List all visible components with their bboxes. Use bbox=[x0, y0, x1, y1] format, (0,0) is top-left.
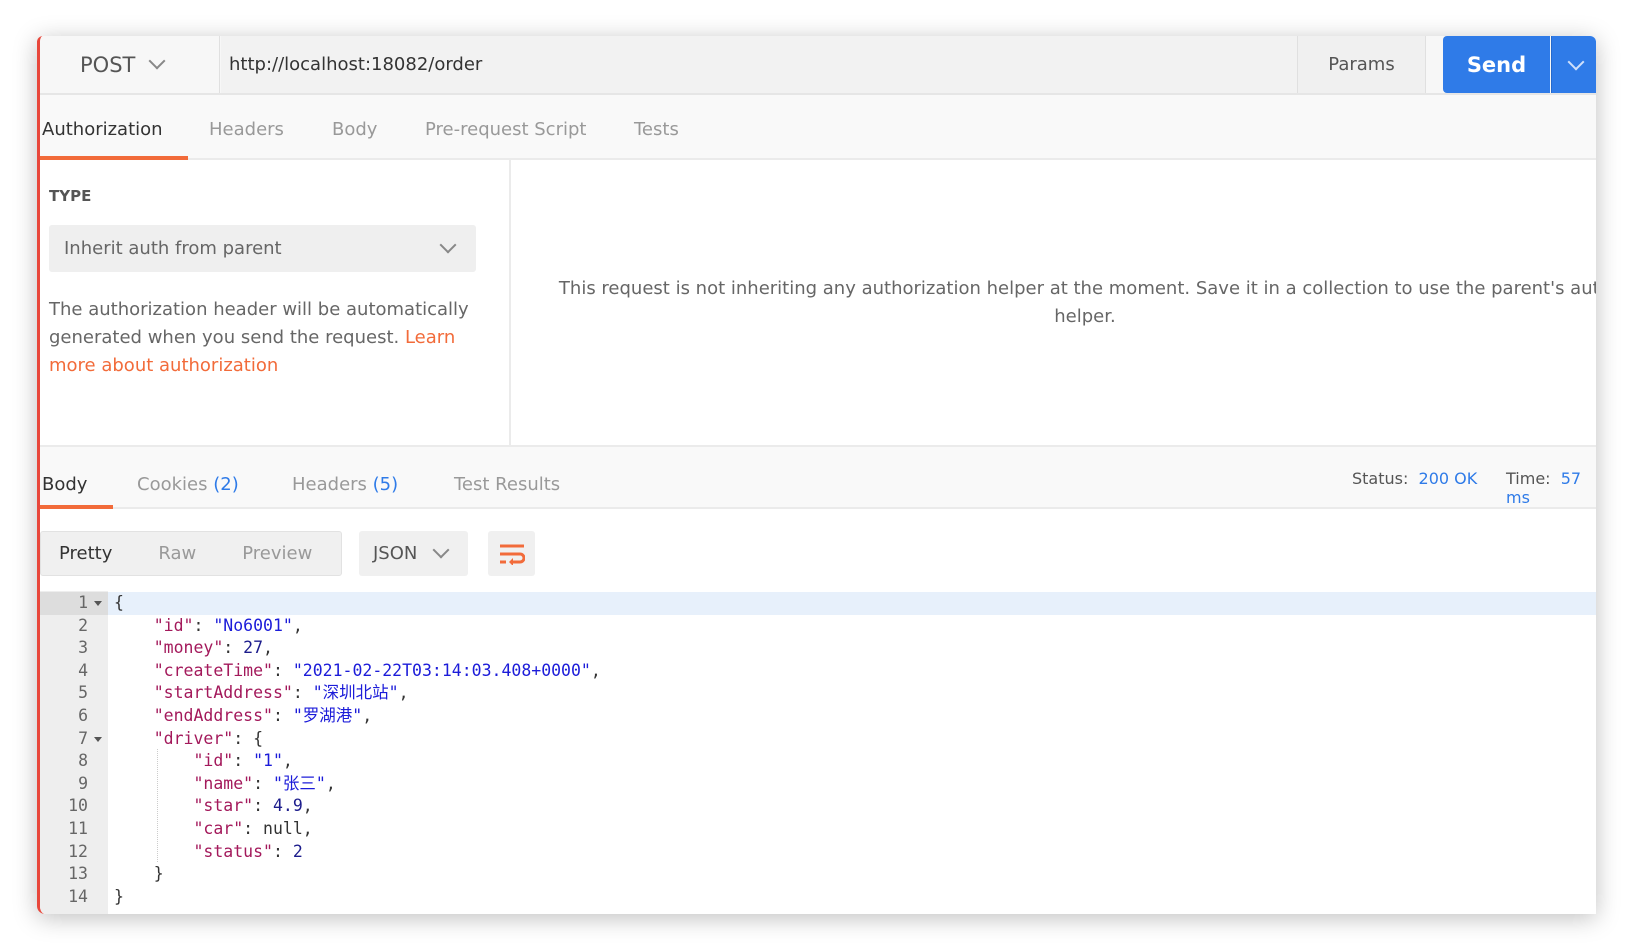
status-value: 200 OK bbox=[1418, 469, 1478, 488]
send-options-button[interactable] bbox=[1551, 36, 1596, 93]
code-line: 13 } bbox=[40, 863, 1596, 886]
view-mode-group: Pretty Raw Preview bbox=[40, 531, 342, 576]
chevron-down-icon bbox=[1567, 53, 1584, 70]
code-text: "car": null, bbox=[193, 819, 313, 838]
code-text: "id": "No6001", bbox=[153, 615, 303, 635]
line-number: 9 bbox=[78, 773, 88, 793]
code-text: "id": "1", bbox=[193, 751, 293, 771]
code-line: 12 "status": 2 bbox=[40, 841, 1596, 864]
code-text: "star": 4.9, bbox=[193, 796, 313, 816]
view-pretty-button[interactable]: Pretty bbox=[59, 543, 112, 564]
tab-authorization[interactable]: Authorization bbox=[42, 119, 163, 140]
code-line: 6 "endAddress": "罗湖港", bbox=[40, 705, 1596, 728]
request-bar: POST http://localhost:18082/order Params… bbox=[40, 36, 1596, 95]
tab-test-results[interactable]: Test Results bbox=[454, 474, 560, 495]
code-text: "startAddress": "深圳北站", bbox=[153, 683, 409, 703]
line-number: 14 bbox=[68, 886, 88, 906]
code-line: 14} bbox=[40, 886, 1596, 909]
cookies-count: (2) bbox=[213, 474, 239, 495]
params-button[interactable]: Params bbox=[1297, 36, 1426, 93]
status-readout: Status: 200 OK bbox=[1352, 469, 1477, 488]
code-line: 8 "id": "1", bbox=[40, 750, 1596, 773]
view-raw-button[interactable]: Raw bbox=[158, 543, 196, 564]
headers-count: (5) bbox=[372, 474, 399, 495]
line-number: 2 bbox=[78, 615, 88, 635]
auth-description: The authorization header will be automat… bbox=[49, 296, 479, 380]
line-number: 8 bbox=[78, 751, 88, 771]
code-text: "status": 2 bbox=[193, 841, 303, 861]
line-number: 5 bbox=[78, 683, 88, 703]
code-line: 7 "driver": { bbox=[40, 728, 1596, 751]
code-line: 1{ bbox=[40, 592, 1596, 615]
method-select[interactable]: POST bbox=[40, 36, 220, 93]
wrap-lines-icon bbox=[499, 544, 525, 565]
fold-arrow-icon[interactable] bbox=[94, 736, 102, 742]
request-tabs: Authorization Headers Body Pre-request S… bbox=[40, 95, 1596, 160]
chevron-down-icon bbox=[439, 236, 457, 254]
method-label: POST bbox=[80, 52, 136, 77]
code-line: 11 "car": null, bbox=[40, 818, 1596, 841]
url-input[interactable]: http://localhost:18082/order bbox=[221, 36, 1297, 93]
tab-tests[interactable]: Tests bbox=[634, 119, 679, 140]
tab-cookies[interactable]: Cookies (2) bbox=[137, 474, 239, 495]
line-number: 13 bbox=[68, 864, 88, 884]
code-text: "money": 27, bbox=[153, 638, 273, 658]
line-number: 11 bbox=[68, 819, 88, 838]
code-text: "name": "张三", bbox=[193, 773, 336, 793]
response-body-editor[interactable]: 1{2 "id": "No6001", 3 "money": 27, 4 "crea… bbox=[40, 591, 1596, 914]
auth-type-dropdown[interactable]: Inherit auth from parent bbox=[49, 225, 476, 272]
tab-body[interactable]: Body bbox=[332, 119, 377, 140]
wrap-lines-button[interactable] bbox=[488, 531, 535, 576]
postman-window: POST http://localhost:18082/order Params… bbox=[37, 36, 1596, 914]
code-line: 9 "name": "张三", bbox=[40, 773, 1596, 796]
code-line: 3 "money": 27, bbox=[40, 637, 1596, 660]
time-label: Time: bbox=[1506, 469, 1551, 488]
code-text: "driver": { bbox=[153, 728, 264, 748]
tab-headers-label: Headers bbox=[292, 474, 367, 495]
code-text: { bbox=[114, 593, 124, 612]
code-line: 5 "startAddress": "深圳北站", bbox=[40, 682, 1596, 705]
fold-arrow-icon[interactable] bbox=[94, 601, 102, 606]
type-label: TYPE bbox=[49, 187, 92, 205]
tab-headers[interactable]: Headers bbox=[209, 119, 284, 140]
response-tabs: Body Cookies (2) Headers (5) Test Result… bbox=[40, 445, 1596, 509]
view-preview-button[interactable]: Preview bbox=[242, 543, 312, 564]
auth-type-value: Inherit auth from parent bbox=[64, 238, 282, 259]
code-text: } bbox=[114, 864, 164, 884]
line-number: 12 bbox=[68, 841, 88, 861]
format-value: JSON bbox=[373, 543, 418, 564]
line-number: 3 bbox=[78, 638, 88, 658]
response-toolbar: Pretty Raw Preview JSON bbox=[40, 509, 1596, 591]
auth-message-line2: helper. bbox=[1054, 305, 1116, 327]
tab-pre-request-script[interactable]: Pre-request Script bbox=[425, 119, 586, 140]
code-text: "createTime": "2021-02-22T03:14:03.408+0… bbox=[153, 660, 601, 680]
chevron-down-icon bbox=[148, 52, 166, 69]
code-line: 2 "id": "No6001", bbox=[40, 615, 1596, 638]
tab-cookies-label: Cookies bbox=[137, 474, 208, 495]
auth-message: This request is not inheriting any autho… bbox=[511, 160, 1596, 445]
line-number: 10 bbox=[68, 796, 88, 816]
send-button[interactable]: Send bbox=[1443, 36, 1550, 93]
tab-response-headers[interactable]: Headers (5) bbox=[292, 474, 398, 495]
code-line: 4 "createTime": "2021-02-22T03:14:03.408… bbox=[40, 660, 1596, 683]
code-text: "endAddress": "罗湖港", bbox=[153, 706, 373, 725]
code-text: } bbox=[114, 886, 124, 906]
auth-type-panel: TYPE Inherit auth from parent The author… bbox=[40, 160, 511, 445]
line-number: 6 bbox=[78, 706, 88, 725]
line-number: 7 bbox=[78, 728, 88, 748]
line-number: 4 bbox=[78, 660, 88, 680]
tab-response-body[interactable]: Body bbox=[42, 474, 87, 495]
chevron-down-icon bbox=[432, 541, 450, 558]
time-readout: Time: 57 ms bbox=[1506, 469, 1596, 507]
status-label: Status: bbox=[1352, 469, 1409, 488]
code-line: 10 "star": 4.9, bbox=[40, 795, 1596, 818]
auth-message-line1: This request is not inheriting any autho… bbox=[558, 277, 1596, 299]
format-dropdown[interactable]: JSON bbox=[359, 531, 468, 576]
